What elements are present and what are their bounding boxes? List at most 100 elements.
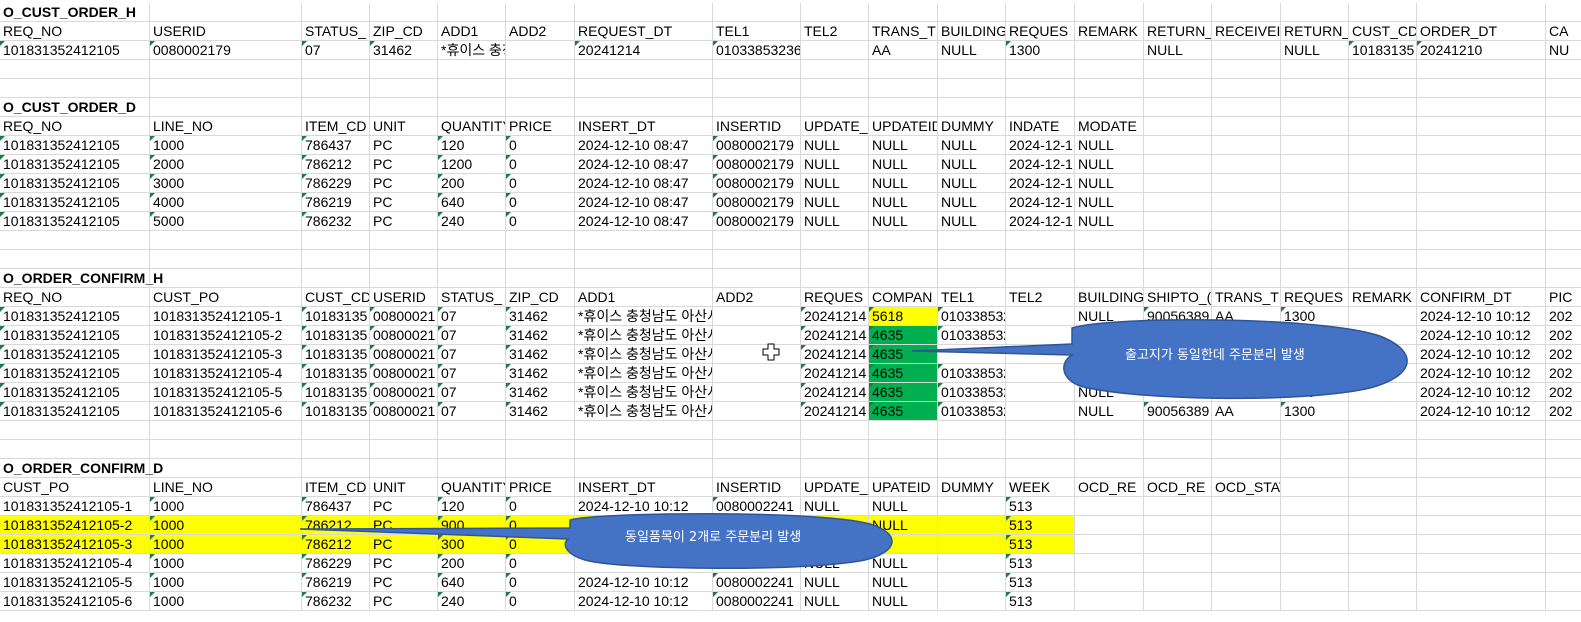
sheet-cell[interactable] bbox=[1212, 573, 1281, 592]
sheet-cell[interactable]: 31462 bbox=[506, 345, 575, 364]
sheet-cell[interactable] bbox=[1281, 60, 1349, 79]
sheet-cell[interactable] bbox=[1417, 193, 1546, 212]
sheet-cell[interactable]: 513 bbox=[1006, 592, 1075, 611]
sheet-cell[interactable]: NULL bbox=[801, 136, 869, 155]
sheet-cell[interactable] bbox=[1006, 440, 1075, 459]
sheet-cell[interactable]: 101831352412105-1 bbox=[150, 307, 302, 326]
sheet-cell[interactable]: 2024-12-10 08:47 bbox=[575, 136, 713, 155]
sheet-cell[interactable] bbox=[938, 3, 1006, 22]
sheet-cell[interactable] bbox=[1281, 573, 1349, 592]
sheet-cell[interactable] bbox=[1212, 3, 1281, 22]
sheet-cell[interactable]: PRICE bbox=[506, 478, 575, 497]
sheet-cell[interactable] bbox=[1006, 402, 1075, 421]
sheet-cell[interactable]: USERID bbox=[370, 288, 438, 307]
sheet-cell[interactable] bbox=[713, 3, 801, 22]
sheet-cell[interactable]: 0080002179 bbox=[713, 174, 801, 193]
sheet-cell[interactable] bbox=[370, 231, 438, 250]
sheet-cell[interactable]: 10183135 bbox=[302, 402, 370, 421]
sheet-cell[interactable]: 0 bbox=[506, 174, 575, 193]
sheet-cell[interactable] bbox=[506, 98, 575, 117]
sheet-cell[interactable]: REMARK bbox=[1075, 22, 1144, 41]
sheet-cell[interactable]: ADD1 bbox=[575, 288, 713, 307]
sheet-cell[interactable]: 101831352412105 bbox=[0, 345, 150, 364]
sheet-cell[interactable]: 786212 bbox=[302, 155, 370, 174]
sheet-cell[interactable] bbox=[1212, 269, 1281, 288]
sheet-cell[interactable] bbox=[150, 79, 302, 98]
sheet-cell[interactable]: TRANS_T bbox=[869, 22, 938, 41]
sheet-cell[interactable] bbox=[575, 79, 713, 98]
sheet-cell[interactable] bbox=[1281, 554, 1349, 573]
sheet-cell[interactable] bbox=[1349, 421, 1417, 440]
sheet-cell[interactable] bbox=[1281, 117, 1349, 136]
sheet-cell[interactable]: CA bbox=[1546, 22, 1581, 41]
sheet-cell[interactable]: 10183135 bbox=[302, 345, 370, 364]
sheet-cell[interactable] bbox=[370, 459, 438, 478]
sheet-cell[interactable]: *휴이스 충청남도 아산시 배방읍 중 bbox=[575, 402, 713, 421]
sheet-cell[interactable]: 20241214 bbox=[801, 364, 869, 383]
sheet-cell[interactable] bbox=[1349, 478, 1417, 497]
sheet-cell[interactable] bbox=[150, 98, 302, 117]
sheet-cell[interactable]: PIC bbox=[1546, 288, 1581, 307]
sheet-cell[interactable]: *휴이스 충청남도 아산시 배방읍 중 bbox=[575, 383, 713, 402]
sheet-cell[interactable]: 31462 bbox=[506, 326, 575, 345]
sheet-cell[interactable] bbox=[302, 269, 370, 288]
sheet-cell[interactable]: 101831352412105-3 bbox=[0, 535, 150, 554]
sheet-cell[interactable]: OCD_RE bbox=[1075, 478, 1144, 497]
sheet-cell[interactable]: 4000 bbox=[150, 193, 302, 212]
sheet-cell[interactable] bbox=[1349, 155, 1417, 174]
sheet-cell[interactable]: REQ_NO bbox=[0, 288, 150, 307]
sheet-cell[interactable] bbox=[150, 3, 302, 22]
sheet-cell[interactable] bbox=[1006, 60, 1075, 79]
sheet-cell[interactable]: UPATEID bbox=[869, 478, 938, 497]
sheet-cell[interactable]: NULL bbox=[801, 212, 869, 231]
sheet-cell[interactable]: NULL bbox=[801, 193, 869, 212]
sheet-cell[interactable]: 31462 bbox=[506, 364, 575, 383]
sheet-cell[interactable] bbox=[1349, 212, 1417, 231]
sheet-cell[interactable]: 0 bbox=[506, 136, 575, 155]
sheet-cell[interactable] bbox=[938, 440, 1006, 459]
sheet-cell[interactable] bbox=[1349, 60, 1417, 79]
sheet-cell[interactable]: NULL bbox=[869, 155, 938, 174]
sheet-cell[interactable] bbox=[1212, 193, 1281, 212]
sheet-cell[interactable]: LINE_NO bbox=[150, 478, 302, 497]
sheet-cell[interactable]: 20241210 bbox=[1417, 41, 1546, 60]
sheet-cell[interactable]: NULL bbox=[801, 174, 869, 193]
sheet-cell[interactable]: 1000 bbox=[150, 136, 302, 155]
sheet-cell[interactable]: UPDATE_ bbox=[801, 117, 869, 136]
sheet-cell[interactable]: 101831352412105 bbox=[0, 193, 150, 212]
sheet-cell[interactable]: 2024-12-10 10:12 bbox=[1417, 383, 1546, 402]
sheet-cell[interactable] bbox=[1075, 573, 1144, 592]
sheet-cell[interactable] bbox=[370, 250, 438, 269]
sheet-cell[interactable]: DUMMY bbox=[938, 117, 1006, 136]
sheet-cell[interactable]: INSERT_DT bbox=[575, 478, 713, 497]
sheet-cell[interactable] bbox=[1075, 459, 1144, 478]
sheet-cell[interactable]: WEEK bbox=[1006, 478, 1075, 497]
sheet-cell[interactable] bbox=[1349, 573, 1417, 592]
sheet-cell[interactable] bbox=[438, 60, 506, 79]
sheet-cell[interactable]: NULL bbox=[1075, 136, 1144, 155]
sheet-cell[interactable]: NULL bbox=[869, 174, 938, 193]
sheet-cell[interactable] bbox=[1281, 497, 1349, 516]
sheet-cell[interactable] bbox=[1417, 573, 1546, 592]
sheet-cell[interactable]: CUST_CD bbox=[1349, 22, 1417, 41]
sheet-cell[interactable]: 0 bbox=[506, 592, 575, 611]
sheet-cell[interactable]: 31462 bbox=[506, 307, 575, 326]
sheet-cell[interactable] bbox=[1075, 269, 1144, 288]
sheet-cell[interactable] bbox=[1144, 3, 1212, 22]
sheet-cell[interactable] bbox=[1349, 117, 1417, 136]
sheet-cell[interactable]: NULL bbox=[801, 573, 869, 592]
sheet-cell[interactable]: 2024-12-10 10:12 bbox=[1417, 326, 1546, 345]
sheet-cell[interactable]: 202 bbox=[1546, 307, 1581, 326]
sheet-cell[interactable]: 0 bbox=[506, 573, 575, 592]
sheet-cell[interactable] bbox=[150, 459, 302, 478]
sheet-cell[interactable]: 00800021 bbox=[370, 402, 438, 421]
sheet-cell[interactable]: PC bbox=[370, 212, 438, 231]
sheet-cell[interactable]: NULL bbox=[801, 155, 869, 174]
sheet-cell[interactable]: UNIT bbox=[370, 117, 438, 136]
sheet-cell[interactable]: 07 bbox=[438, 364, 506, 383]
sheet-cell[interactable] bbox=[1349, 402, 1417, 421]
sheet-cell[interactable]: RECEIVEI bbox=[1212, 22, 1281, 41]
sheet-cell[interactable] bbox=[1212, 98, 1281, 117]
sheet-cell[interactable] bbox=[1144, 193, 1212, 212]
sheet-cell[interactable] bbox=[1212, 231, 1281, 250]
